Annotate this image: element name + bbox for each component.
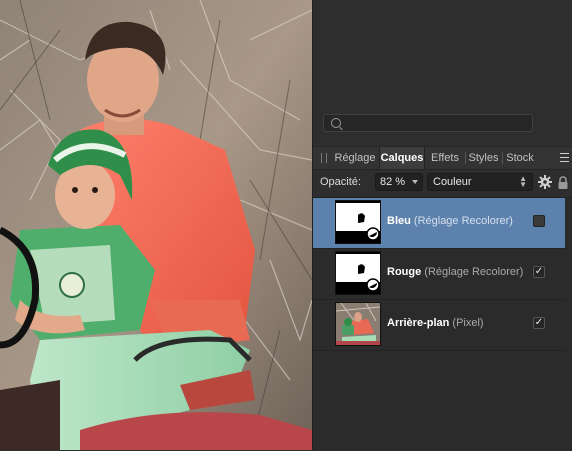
layers-list: Bleu (Réglage Recolorer) Rouge (Réglage … [313,197,572,451]
grip-icon[interactable] [321,153,327,163]
document-canvas[interactable] [0,0,312,450]
opacity-dropdown[interactable]: 82 % [375,173,423,191]
tab-styles[interactable]: Styles [466,147,501,169]
tab-effets[interactable]: Effets [425,147,465,169]
layer-row-arriere-plan[interactable]: Arrière-plan (Pixel) ✓ [313,300,565,351]
layer-name: Arrière-plan (Pixel) [387,317,484,329]
layer-name: Bleu (Réglage Recolorer) [387,215,513,227]
search-field[interactable] [323,114,533,132]
chevron-down-icon [412,180,418,184]
panel-tab-bar: Réglage Calques Effets Styles Stock [313,146,572,170]
gear-icon[interactable] [538,175,552,189]
layer-visibility-checkbox[interactable]: ✓ [533,266,545,278]
search-input[interactable] [344,116,530,132]
layer-visibility-checkbox[interactable] [533,215,545,227]
layer-thumbnail [335,302,381,346]
layer-thumbnail [335,251,381,295]
layer-row-bleu[interactable]: Bleu (Réglage Recolorer) [313,198,565,249]
layer-thumbnail [335,200,381,244]
tab-stock[interactable]: Stock [503,147,537,169]
blend-mode-value: Couleur [433,176,472,188]
hamburger-menu-icon[interactable] [560,153,569,162]
up-down-arrows-icon: ▲ ▼ [519,174,527,189]
layer-name: Rouge (Réglage Recolorer) [387,266,524,278]
tab-calques[interactable]: Calques [379,147,425,169]
opacity-label: Opacité: [320,176,361,188]
opacity-value: 82 % [380,176,406,188]
blend-mode-dropdown[interactable]: Couleur ▲ ▼ [427,173,533,191]
tab-reglage[interactable]: Réglage [333,147,377,169]
photo-image [0,0,312,450]
lock-icon[interactable] [557,176,569,190]
layer-controls: Opacité: 82 % Couleur ▲ ▼ [313,170,572,196]
layer-row-rouge[interactable]: Rouge (Réglage Recolorer) ✓ [313,249,565,300]
studio-panel: Réglage Calques Effets Styles Stock Opac… [312,0,572,451]
layer-visibility-checkbox[interactable]: ✓ [533,317,545,329]
layers-scrollbar[interactable] [565,198,572,451]
search-icon [331,118,341,128]
